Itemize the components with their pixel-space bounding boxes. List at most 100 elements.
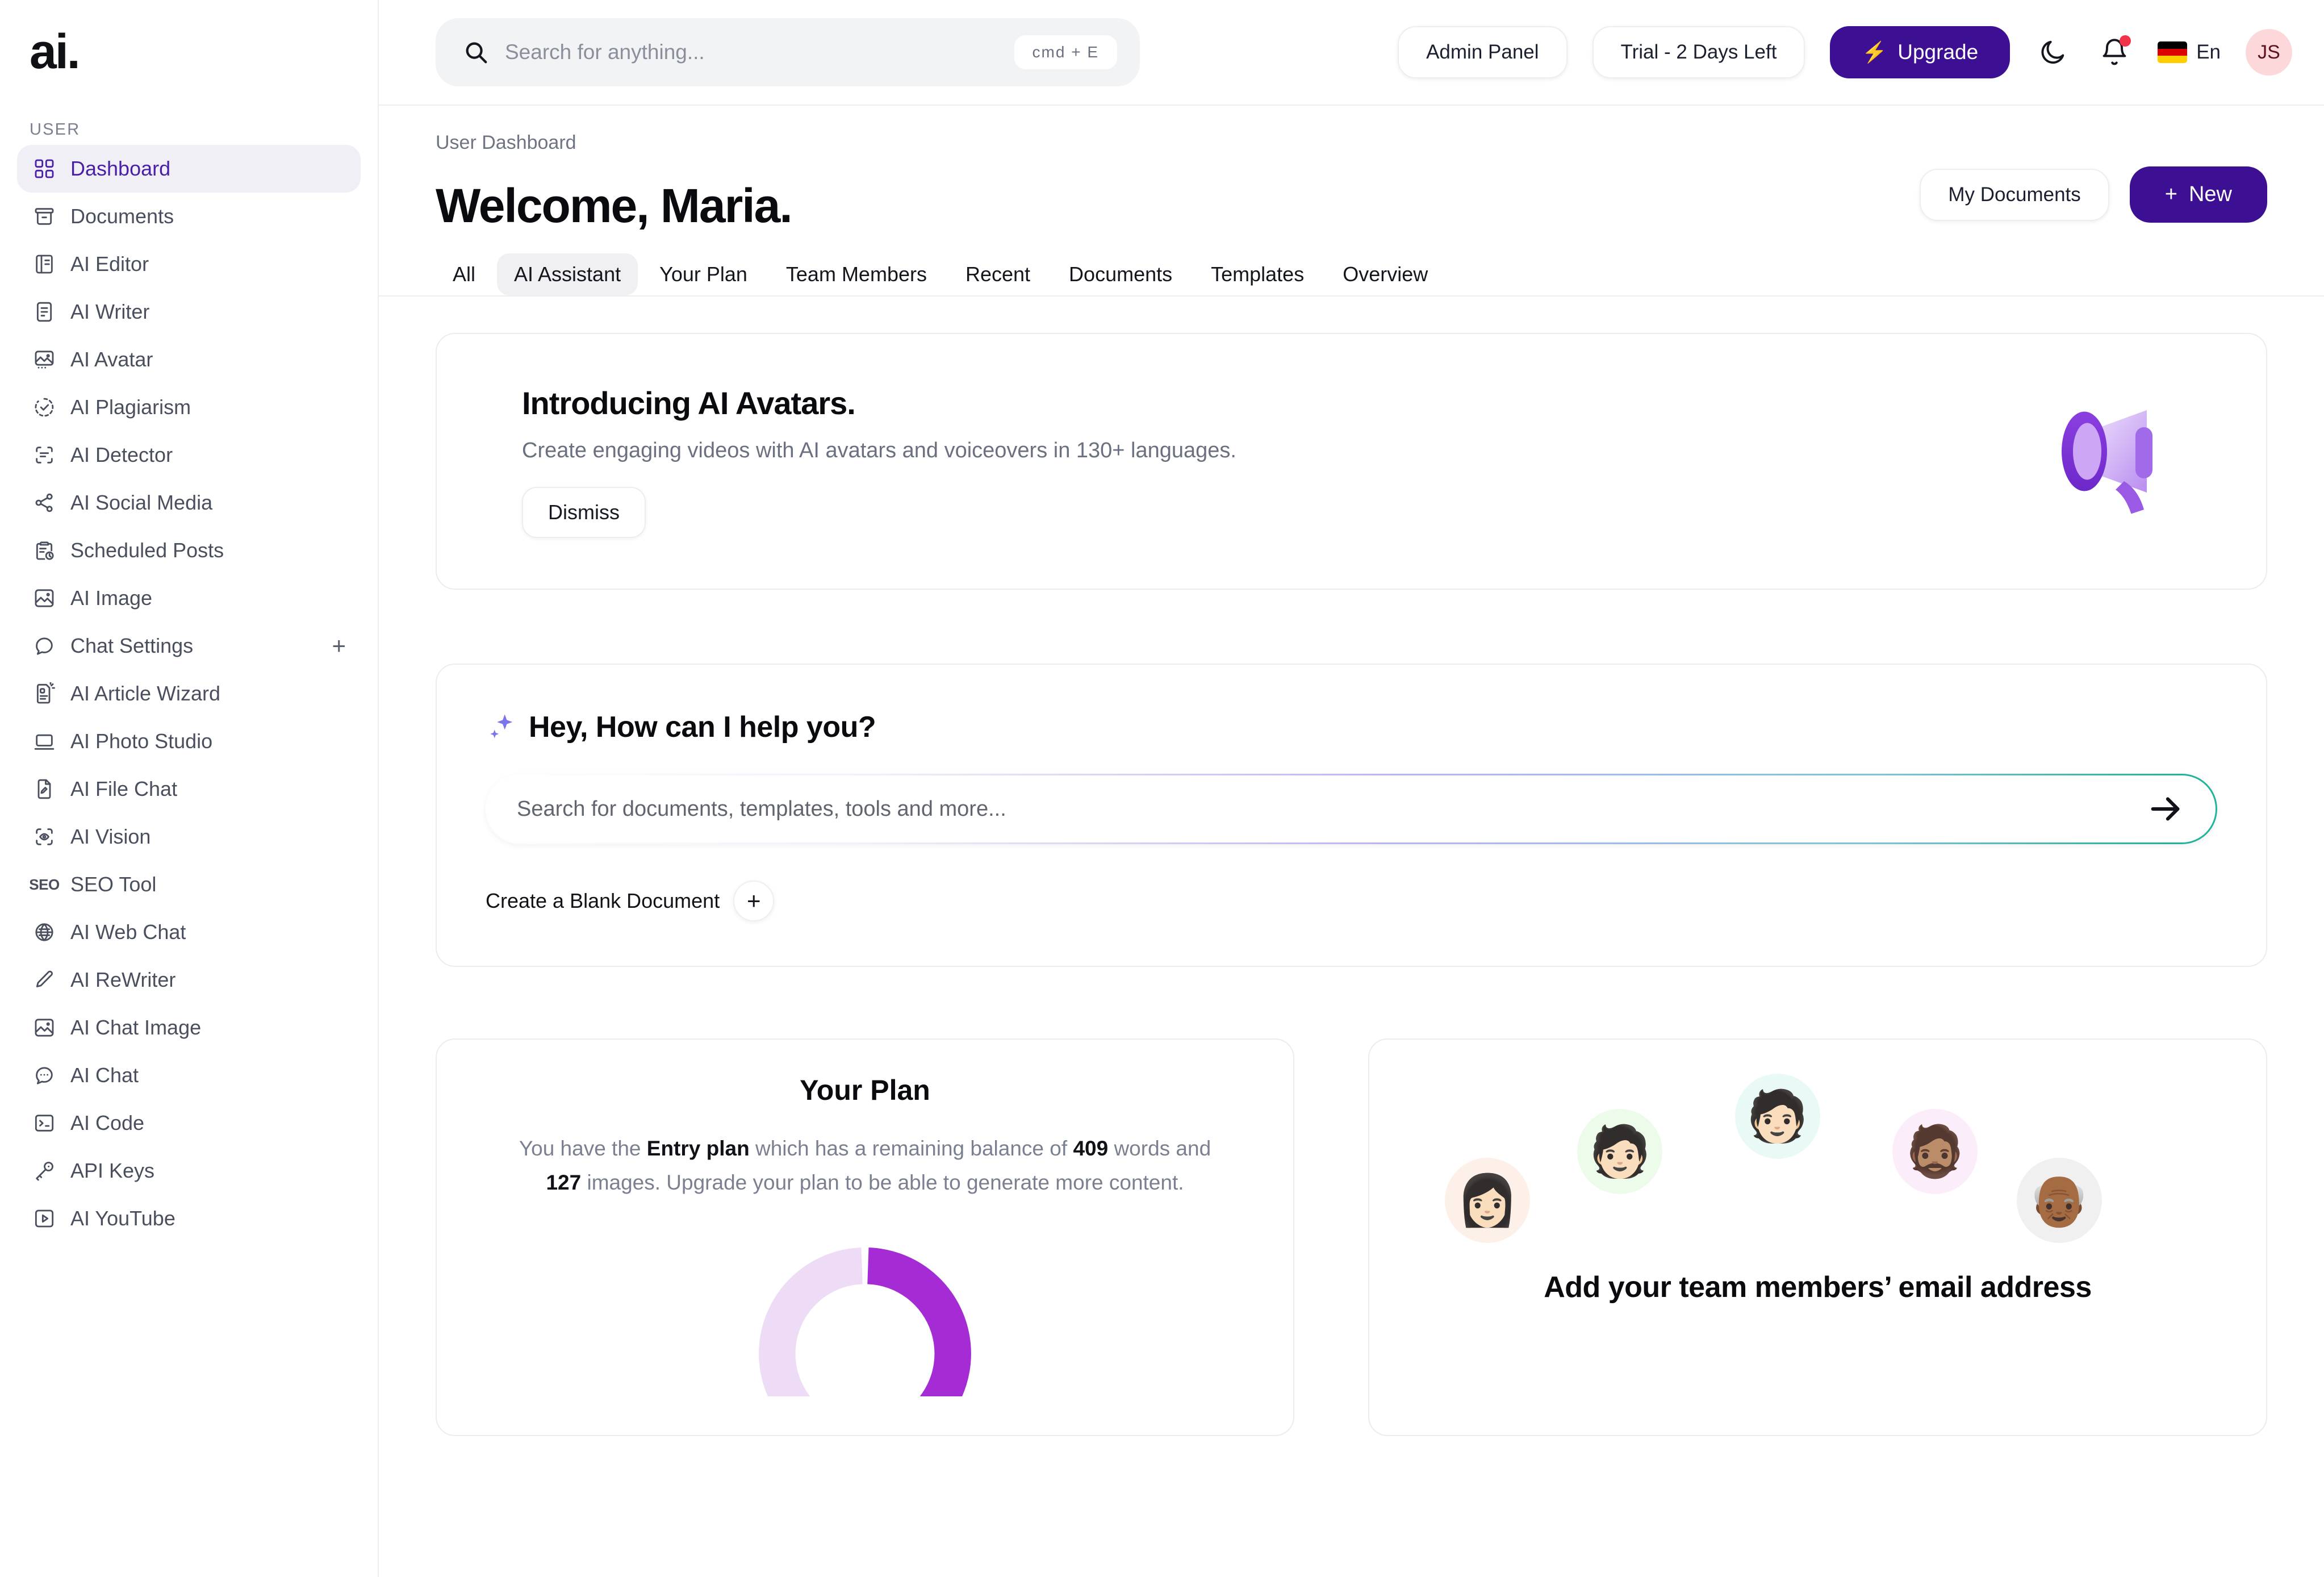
sidebar-item-ai-code[interactable]: AI Code [17, 1099, 361, 1147]
sidebar-item-ai-photo-studio[interactable]: AI Photo Studio [17, 717, 361, 765]
sidebar-item-chat-settings[interactable]: Chat Settings + [17, 622, 361, 670]
sidebar-item-ai-article-wizard[interactable]: AI Article Wizard [17, 670, 361, 717]
plus-icon[interactable]: + [733, 881, 775, 921]
my-documents-button[interactable]: My Documents [1920, 168, 2109, 221]
sidebar-item-documents[interactable]: Documents [17, 193, 361, 240]
tab-all[interactable]: All [436, 253, 492, 295]
sidebar-item-label: API Keys [70, 1159, 155, 1182]
promo-title: Introducing AI Avatars. [522, 385, 856, 421]
tab-documents[interactable]: Documents [1052, 253, 1189, 295]
globe-www-icon [32, 920, 57, 945]
new-button-label: New [2188, 182, 2232, 206]
app-logo[interactable]: ai. [17, 0, 361, 76]
pencil-icon [32, 967, 57, 992]
tab-team-members[interactable]: Team Members [769, 253, 944, 295]
dark-mode-toggle[interactable] [2035, 34, 2071, 70]
trial-status-button[interactable]: Trial - 2 Days Left [1592, 26, 1805, 78]
sidebar-item-ai-rewriter[interactable]: AI ReWriter [17, 956, 361, 1004]
language-selector[interactable]: En [2158, 41, 2221, 64]
assistant-search-input[interactable] [517, 796, 2146, 821]
team-member-avatar: 👴🏾 [2016, 1158, 2102, 1243]
plan-description: You have the Entry plan which has a rema… [505, 1132, 1225, 1200]
notifications-button[interactable] [2096, 34, 2133, 70]
main-area: cmd + E Admin Panel Trial - 2 Days Left … [379, 0, 2324, 1577]
sidebar-item-ai-chat[interactable]: AI Chat [17, 1052, 361, 1099]
sidebar-item-ai-plagiarism[interactable]: AI Plagiarism [17, 383, 361, 431]
assistant-heading: Hey, How can I help you? [529, 711, 876, 744]
sidebar: ai. USER Dashboard Documents AI Editor AI W… [0, 0, 379, 1577]
plan-desc-suffix: images. Upgrade your plan to be able to … [581, 1170, 1184, 1194]
plan-name: Entry plan [646, 1137, 750, 1160]
sidebar-item-ai-vision[interactable]: AI Vision [17, 813, 361, 861]
sidebar-item-label: AI Vision [70, 825, 151, 848]
sidebar-item-label: AI Detector [70, 443, 173, 466]
sidebar-section-label: USER [30, 120, 81, 139]
tab-templates[interactable]: Templates [1194, 253, 1321, 295]
your-plan-card: Your Plan You have the Entry plan which … [436, 1038, 1294, 1436]
sidebar-item-label: AI Plagiarism [70, 395, 191, 419]
sidebar-item-label: AI Chat Image [70, 1016, 202, 1039]
seo-icon: SEO [29, 875, 60, 893]
sidebar-item-ai-image[interactable]: AI Image [17, 574, 361, 622]
scan-text-icon [32, 443, 57, 468]
sidebar-item-ai-writer[interactable]: AI Writer [17, 288, 361, 336]
page-header: User Dashboard Welcome, Maria. My Docume… [379, 106, 2324, 297]
file-pencil-icon [32, 777, 57, 802]
tab-overview[interactable]: Overview [1326, 253, 1445, 295]
sidebar-item-label: Scheduled Posts [70, 539, 224, 562]
sidebar-item-seo-tool[interactable]: SEO SEO Tool [17, 861, 361, 908]
plan-desc-mid2: words and [1108, 1137, 1211, 1160]
sidebar-item-label: AI ReWriter [70, 968, 176, 991]
plus-icon: + [2164, 182, 2177, 206]
search-input[interactable] [505, 40, 998, 64]
sidebar-item-api-keys[interactable]: API Keys [17, 1147, 361, 1195]
plan-usage-donut [505, 1232, 1225, 1396]
team-member-avatar: 🧔🏽 [1892, 1109, 1978, 1194]
sidebar-item-ai-detector[interactable]: AI Detector [17, 431, 361, 479]
sidebar-item-label: AI Social Media [70, 491, 213, 514]
book-open-icon [32, 252, 57, 277]
create-blank-document-row[interactable]: Create a Blank Document + [486, 881, 2217, 921]
check-circle-dashed-icon [32, 395, 57, 420]
plan-words-remaining: 409 [1073, 1137, 1109, 1160]
team-member-avatar: 👩🏻 [1444, 1158, 1530, 1243]
user-avatar[interactable]: JS [2246, 29, 2292, 76]
sidebar-item-ai-editor[interactable]: AI Editor [17, 240, 361, 288]
add-chat-setting-icon[interactable]: + [332, 634, 346, 658]
sidebar-item-label: AI Chat [70, 1063, 139, 1087]
assistant-search-wrapper [486, 774, 2217, 844]
tab-ai-assistant[interactable]: AI Assistant [497, 253, 638, 295]
team-members-card: 🧑🏻 🧑🏻 🧔🏽 👩🏻 👴🏾 Add your team members’ email … [1368, 1038, 2267, 1436]
article-wizard-icon [32, 681, 57, 706]
dismiss-button[interactable]: Dismiss [522, 487, 646, 538]
admin-panel-button[interactable]: Admin Panel [1398, 26, 1568, 78]
sidebar-item-scheduled-posts[interactable]: Scheduled Posts [17, 527, 361, 574]
submit-arrow-icon[interactable] [2146, 789, 2186, 829]
breadcrumb: User Dashboard [436, 132, 576, 153]
key-icon [32, 1158, 57, 1183]
sidebar-item-ai-file-chat[interactable]: AI File Chat [17, 765, 361, 813]
bolt-icon: ⚡ [1862, 40, 1888, 64]
tab-recent[interactable]: Recent [948, 253, 1047, 295]
upgrade-button[interactable]: ⚡ Upgrade [1830, 26, 2010, 78]
sidebar-item-dashboard[interactable]: Dashboard [17, 145, 361, 193]
sidebar-item-ai-chat-image[interactable]: AI Chat Image [17, 1004, 361, 1052]
notification-badge [2120, 35, 2131, 47]
clipboard-clock-icon [32, 538, 57, 563]
sidebar-item-ai-youtube[interactable]: AI YouTube [17, 1195, 361, 1242]
sidebar-item-ai-avatar[interactable]: AI Avatar [17, 336, 361, 383]
team-member-avatar: 🧑🏻 [1577, 1109, 1663, 1194]
create-blank-document-label: Create a Blank Document [486, 889, 720, 912]
new-button[interactable]: + New [2129, 166, 2267, 223]
global-search[interactable]: cmd + E [436, 18, 1140, 86]
laptop-icon [32, 729, 57, 754]
sidebar-item-ai-social-media[interactable]: AI Social Media [17, 479, 361, 527]
team-card-title: Add your team members’ email address [1544, 1271, 2092, 1304]
sidebar-item-ai-web-chat[interactable]: AI Web Chat [17, 908, 361, 956]
plan-images-remaining: 127 [546, 1170, 582, 1194]
sidebar-item-label: AI Editor [70, 252, 149, 276]
archive-icon [32, 204, 57, 229]
team-avatars: 🧑🏻 🧑🏻 🧔🏽 👩🏻 👴🏾 [1403, 1074, 2232, 1255]
chat-bubble-icon [32, 633, 57, 658]
tab-your-plan[interactable]: Your Plan [642, 253, 764, 295]
